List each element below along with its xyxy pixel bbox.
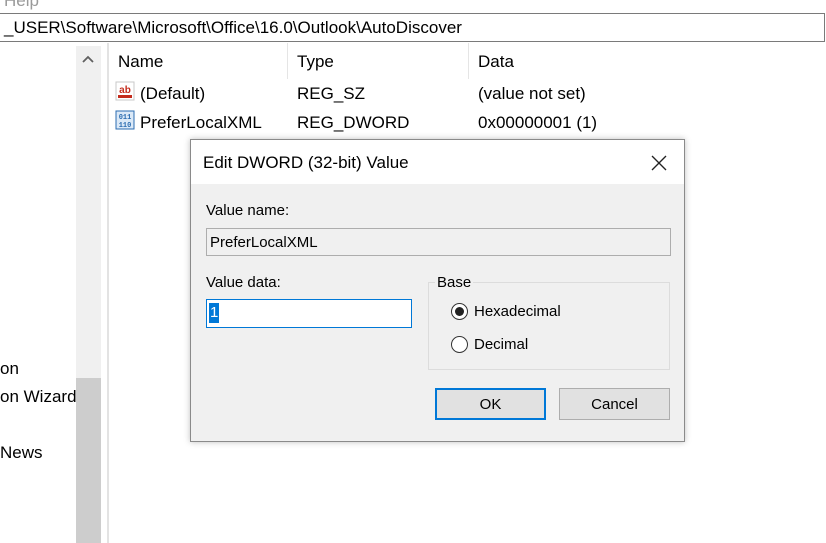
column-name-header[interactable]: Name [118,52,163,72]
value-name: (Default) [140,84,206,103]
edit-dword-dialog: Edit DWORD (32-bit) Value Value name: Pr… [190,139,685,442]
hexadecimal-radio[interactable] [451,303,468,320]
column-type-header[interactable]: Type [297,52,334,72]
scrollbar-thumb[interactable] [76,378,101,543]
cancel-button[interactable]: Cancel [559,388,670,420]
address-path: _USER\Software\Microsoft\Office\16.0\Out… [4,18,462,37]
value-data: 0x00000001 (1) [478,113,598,132]
radio-selected-dot [455,307,464,316]
decimal-label[interactable]: Decimal [474,336,528,353]
ok-button[interactable]: OK [435,388,546,420]
value-name-field: PreferLocalXML [206,228,671,256]
svg-text:110: 110 [119,122,132,130]
tree-item[interactable]: on Wizard [0,387,77,407]
base-label: Base [435,274,474,291]
tree-scrollbar[interactable] [76,46,101,543]
value-type: REG_SZ [297,84,366,103]
value-name-label: Value name: [206,202,290,219]
value-data-text: 1 [209,303,220,323]
value-data: (value not set) [478,84,586,103]
tree-item[interactable]: on [0,359,19,379]
binary-value-icon: 011 110 [115,110,135,130]
close-icon[interactable] [645,151,673,175]
hexadecimal-label[interactable]: Hexadecimal [474,303,561,320]
chevron-up-icon[interactable] [80,51,96,67]
column-divider[interactable] [287,43,288,79]
menu-help[interactable]: Help [4,0,39,11]
svg-text:011: 011 [119,114,132,122]
value-type: REG_DWORD [297,113,410,132]
address-bar[interactable]: _USER\Software\Microsoft\Office\16.0\Out… [0,13,825,42]
value-name-text: PreferLocalXML [210,234,318,251]
decimal-radio[interactable] [451,336,468,353]
svg-text:ab: ab [119,85,131,96]
dialog-title: Edit DWORD (32-bit) Value [203,153,409,172]
column-data-header[interactable]: Data [478,52,514,72]
value-data-input[interactable]: 1 [206,299,412,328]
column-divider[interactable] [468,43,469,79]
menu-bar: Help [0,0,826,12]
string-value-icon: ab [115,81,135,101]
value-data-label: Value data: [206,274,281,291]
dialog-title-bar[interactable]: Edit DWORD (32-bit) Value [191,140,684,184]
base-groupbox [428,282,670,370]
tree-item[interactable]: News [0,443,43,463]
value-name: PreferLocalXML [140,113,262,132]
